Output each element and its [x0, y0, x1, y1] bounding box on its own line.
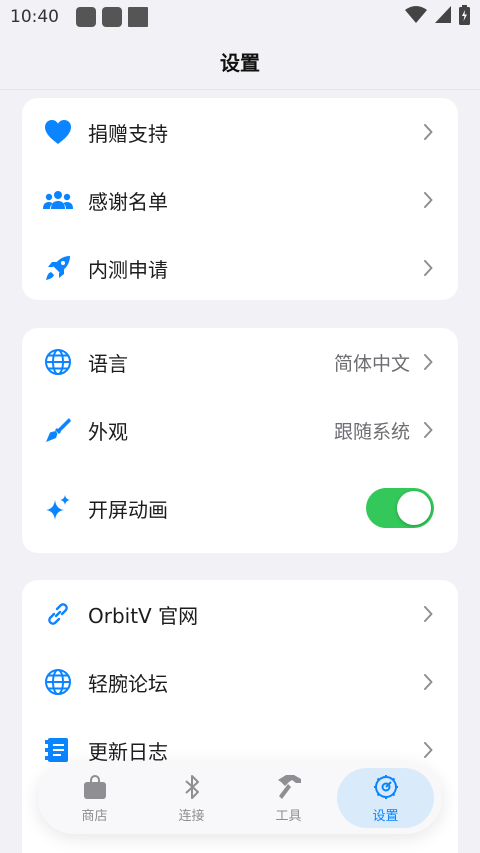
tab-settings-label: 设置 — [372, 808, 399, 824]
notification-icon — [128, 7, 148, 27]
tab-store[interactable]: 商店 — [46, 768, 143, 828]
bluetooth-icon — [184, 773, 200, 801]
link-icon — [42, 598, 74, 630]
chevron-right-icon — [422, 605, 434, 623]
splash-animation-label: 开屏动画 — [88, 497, 168, 522]
tab-settings[interactable]: 设置 — [337, 768, 434, 828]
tab-connect[interactable]: 连接 — [143, 768, 240, 828]
chevron-right-icon — [422, 421, 434, 439]
chevron-right-icon — [422, 191, 434, 209]
status-time: 10:40 — [10, 7, 59, 27]
tab-tools[interactable]: 工具 — [240, 768, 337, 828]
battery-icon — [459, 5, 470, 29]
chevron-right-icon — [422, 353, 434, 371]
globe-icon — [42, 666, 74, 698]
language-row[interactable]: 语言 简体中文 — [22, 332, 458, 392]
globe-icon — [42, 346, 74, 378]
beta-label: 内测申请 — [88, 257, 168, 282]
beta-row[interactable]: 内测申请 — [22, 238, 458, 298]
hammer-icon — [275, 773, 303, 801]
signal-icon — [435, 6, 451, 28]
appearance-row[interactable]: 外观 跟随系统 — [22, 400, 458, 460]
tab-store-label: 商店 — [81, 808, 108, 824]
tab-tools-label: 工具 — [275, 808, 302, 824]
tab-bar: 商店 连接 工具 设置 — [38, 762, 442, 834]
gear-icon — [372, 773, 400, 801]
bag-icon — [83, 773, 107, 801]
chevron-right-icon — [422, 673, 434, 691]
forum-row[interactable]: 轻腕论坛 — [22, 652, 458, 712]
preferences-section: 语言 简体中文 外观 跟随系统 开屏动画 — [22, 328, 458, 553]
tab-connect-label: 连接 — [178, 808, 205, 824]
thanks-row[interactable]: 感谢名单 — [22, 170, 458, 230]
sparkles-icon — [42, 492, 74, 524]
notification-icon — [76, 7, 96, 27]
rocket-icon — [42, 252, 74, 284]
appearance-value: 跟随系统 — [333, 420, 410, 443]
document-icon — [42, 734, 74, 766]
page-title: 设置 — [220, 51, 260, 75]
splash-animation-toggle[interactable] — [366, 488, 434, 528]
website-label: OrbitV 官网 — [88, 603, 199, 628]
chevron-right-icon — [422, 741, 434, 759]
chevron-right-icon — [422, 259, 434, 277]
donate-label: 捐赠支持 — [88, 121, 168, 146]
notification-icons — [76, 7, 148, 27]
appearance-label: 外观 — [88, 419, 128, 444]
thanks-label: 感谢名单 — [88, 189, 168, 214]
notification-icon — [102, 7, 122, 27]
language-value: 简体中文 — [333, 352, 410, 375]
toggle-knob — [397, 491, 431, 525]
donate-row[interactable]: 捐赠支持 — [22, 102, 458, 162]
wifi-icon — [405, 6, 427, 28]
changelog-label: 更新日志 — [88, 739, 168, 764]
people-icon — [42, 184, 74, 216]
heart-icon — [42, 116, 74, 148]
website-row[interactable]: OrbitV 官网 — [22, 584, 458, 644]
splash-animation-row: 开屏动画 — [22, 478, 458, 538]
paintbrush-icon — [42, 414, 74, 446]
chevron-right-icon — [422, 123, 434, 141]
support-section: 捐赠支持 感谢名单 内测申请 — [22, 98, 458, 300]
language-label: 语言 — [88, 351, 128, 376]
status-bar: 10:40 — [0, 0, 480, 34]
navigation-bar: 设置 — [0, 34, 480, 90]
forum-label: 轻腕论坛 — [88, 671, 168, 696]
